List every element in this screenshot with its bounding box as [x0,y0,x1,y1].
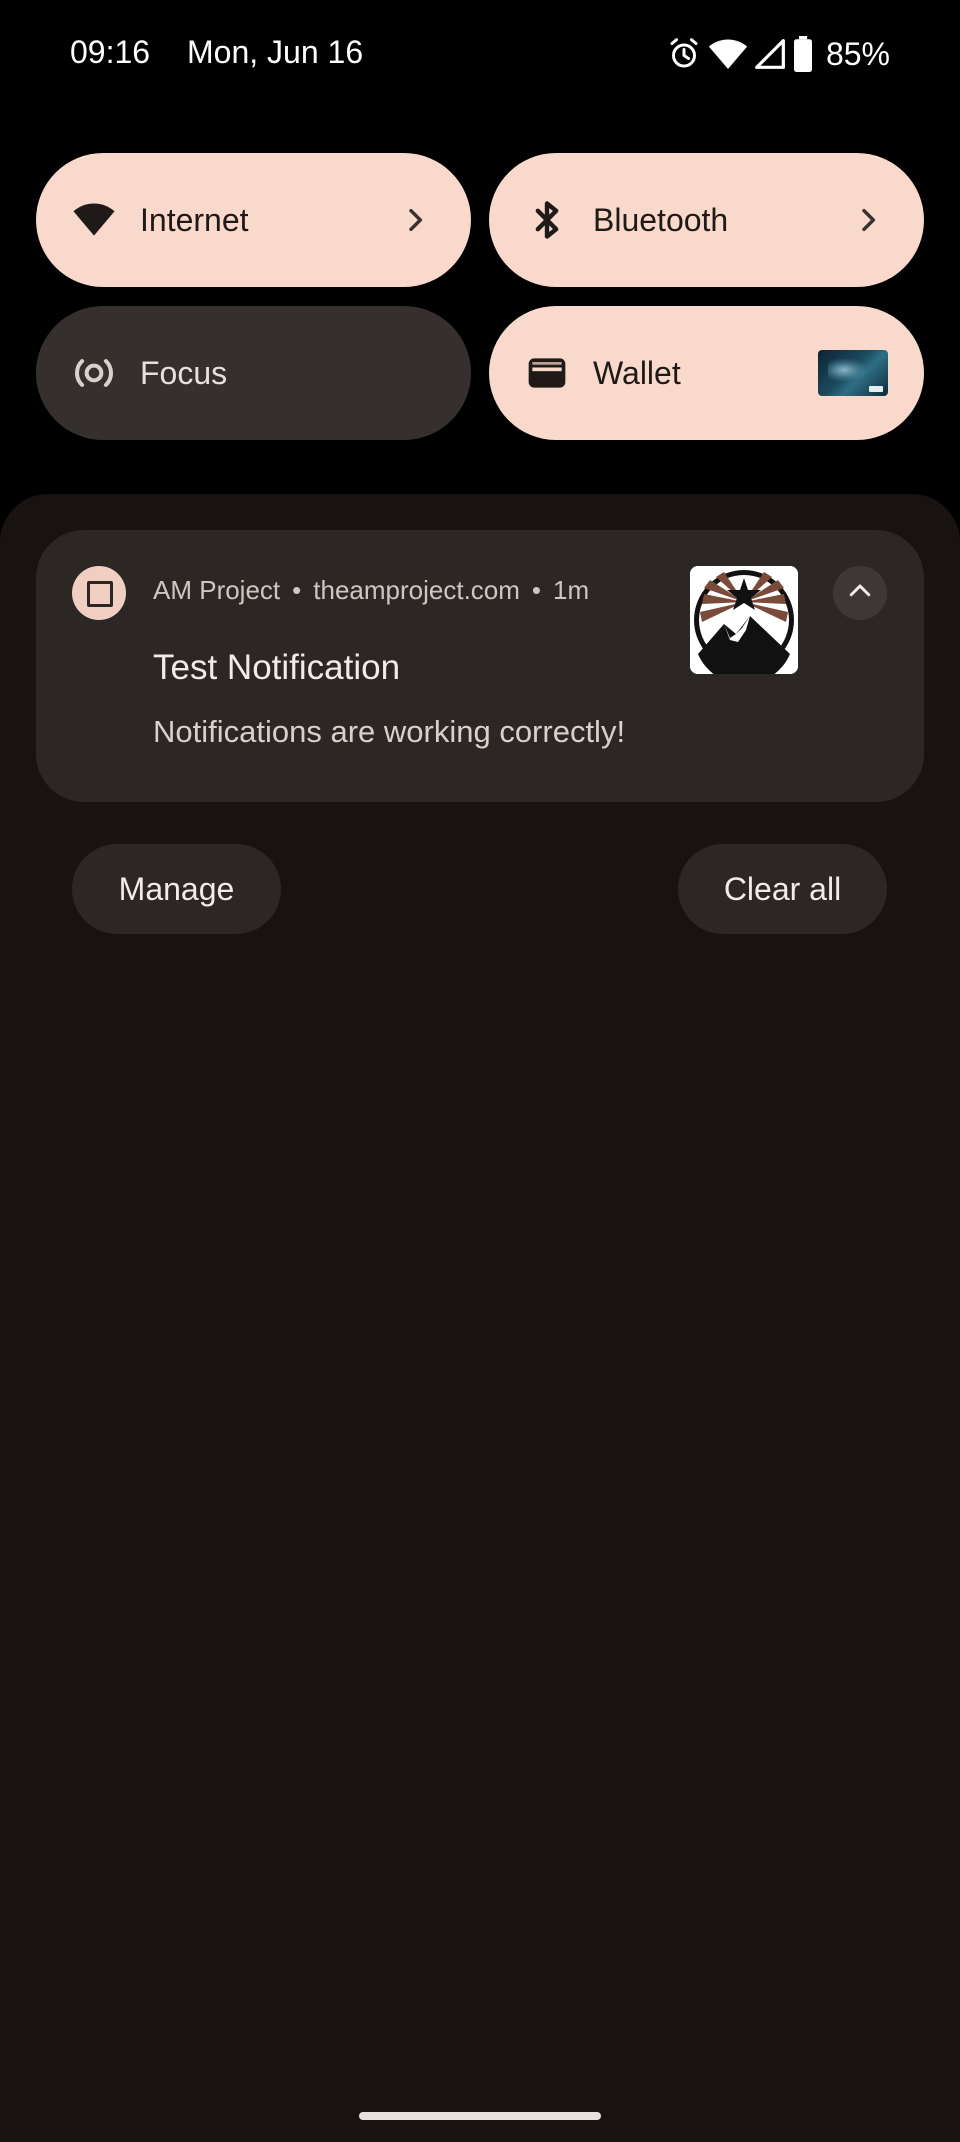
battery-percent: 85% [825,35,890,72]
battery-icon [792,36,814,72]
wifi-icon [708,36,748,72]
tile-internet-label: Internet [140,202,249,238]
alarm-icon [666,36,702,72]
clear-all-button[interactable]: Clear all [678,844,887,934]
manage-button[interactable]: Manage [72,844,281,934]
notification-time: 1m [553,575,590,605]
notification-site: theamproject.com [313,575,520,605]
status-icons: 85% [666,30,890,78]
tile-wallet[interactable]: Wallet [489,306,924,440]
notification-header: AM Project • theamproject.com • 1m [153,575,590,605]
chevron-up-icon [845,576,875,611]
am-project-logo-icon [690,566,798,674]
app-icon [72,566,126,620]
tile-bluetooth-label: Bluetooth [593,202,729,238]
expand-collapse-button[interactable] [833,566,887,620]
focus-icon [72,351,116,395]
cell-signal-icon [754,38,786,70]
tile-internet[interactable]: Internet [36,153,471,287]
bluetooth-icon [525,198,569,242]
chevron-right-icon[interactable] [852,204,884,236]
home-gesture-handle[interactable] [359,2112,601,2120]
tile-focus-label: Focus [140,355,228,391]
wifi-icon [72,198,116,242]
tile-focus[interactable]: Focus [36,306,471,440]
status-time: 09:16 [70,34,151,70]
wallet-icon [525,351,569,395]
notification-app-name: AM Project [153,575,281,605]
status-date: Mon, Jun 16 [187,34,364,70]
notification-title: Test Notification [153,648,401,687]
chevron-right-icon[interactable] [399,204,431,236]
status-bar: 09:16 Mon, Jun 16 85% [0,0,960,110]
tile-bluetooth[interactable]: Bluetooth [489,153,924,287]
wallet-card-thumbnail [818,350,888,396]
notification-text: Notifications are working correctly! [153,714,626,749]
tile-wallet-label: Wallet [593,355,681,391]
